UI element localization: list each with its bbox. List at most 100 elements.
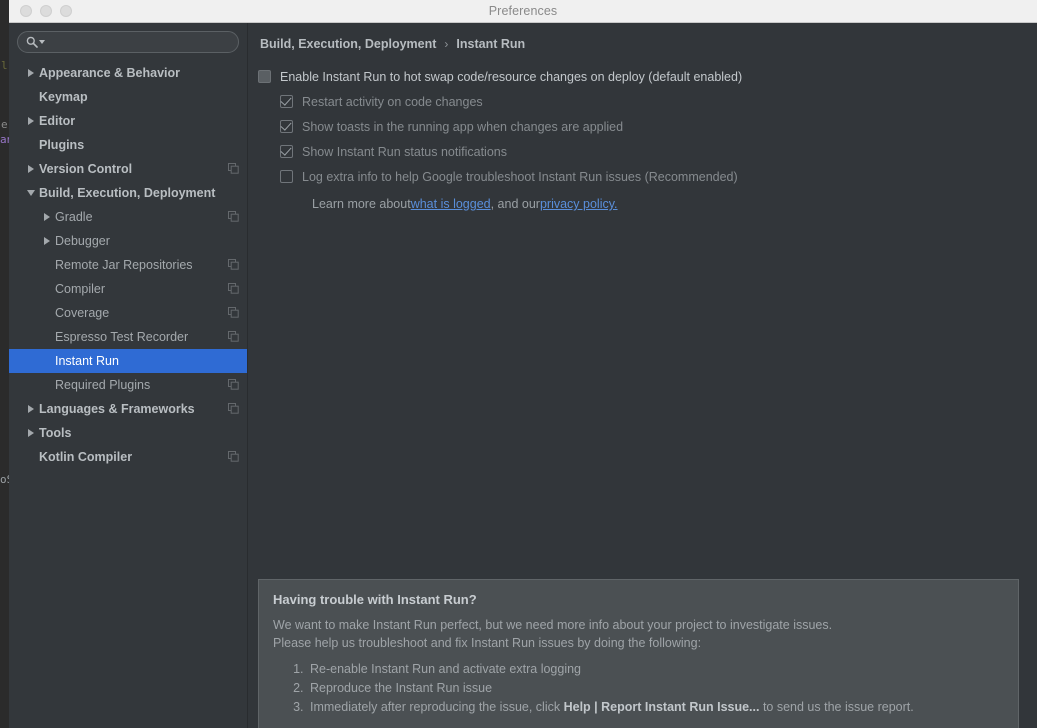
window-titlebar: Preferences: [9, 0, 1037, 23]
sidebar-item-label: Plugins: [39, 138, 85, 152]
sidebar-item-label: Languages & Frameworks: [39, 402, 195, 416]
copy-settings-icon: [228, 331, 239, 342]
sidebar-item-label: Remote Jar Repositories: [55, 258, 193, 272]
option-row[interactable]: Restart activity on code changes: [258, 89, 1037, 114]
sidebar-item-gradle[interactable]: Gradle: [9, 205, 247, 229]
chevron-right-icon[interactable]: [28, 165, 34, 173]
expand-toggle[interactable]: [23, 69, 39, 77]
trouble-step: Re-enable Instant Run and activate extra…: [307, 660, 1004, 679]
sidebar-item-label: Required Plugins: [55, 378, 151, 392]
sidebar-item-label: Keymap: [39, 90, 88, 104]
trouble-step-text: Immediately after reproducing the issue,…: [310, 700, 564, 714]
checkbox-unchecked[interactable]: [258, 70, 271, 83]
window-title: Preferences: [488, 4, 558, 18]
settings-tree: Appearance & Behavior Keymap Editor Plugins…: [9, 61, 247, 469]
sidebar-item-label: Gradle: [55, 210, 93, 224]
chevron-down-icon[interactable]: [27, 190, 35, 196]
trouble-step-text: Re-enable Instant Run and activate extra…: [310, 662, 582, 676]
expand-toggle[interactable]: [23, 429, 39, 437]
sidebar-item-label: Appearance & Behavior: [39, 66, 181, 80]
sidebar-item-editor[interactable]: Editor: [9, 109, 247, 133]
trouble-steps-list: Re-enable Instant Run and activate extra…: [273, 660, 1004, 717]
trouble-step: Reproduce the Instant Run issue: [307, 679, 1004, 698]
search-container: [9, 23, 247, 59]
bg-code-fragment: e: [1, 118, 8, 131]
sidebar-item-label: Build, Execution, Deployment: [39, 186, 216, 200]
sidebar-item-languages-frameworks[interactable]: Languages & Frameworks: [9, 397, 247, 421]
search-icon: [26, 36, 38, 48]
breadcrumb-current: Instant Run: [456, 37, 526, 51]
sidebar-item-keymap[interactable]: Keymap: [9, 85, 247, 109]
option-row[interactable]: Enable Instant Run to hot swap code/reso…: [258, 64, 1037, 89]
option-row[interactable]: Show Instant Run status notifications: [258, 139, 1037, 164]
collapse-toggle[interactable]: [23, 190, 39, 196]
option-row[interactable]: Show toasts in the running app when chan…: [258, 114, 1037, 139]
sidebar-item-label: Instant Run: [55, 354, 119, 368]
chevron-right-icon[interactable]: [28, 117, 34, 125]
chevron-down-icon[interactable]: [39, 40, 45, 44]
copy-settings-icon: [228, 163, 239, 174]
sidebar-item-label: Debugger: [55, 234, 110, 248]
copy-settings-icon: [228, 283, 239, 294]
sidebar-item-label: Version Control: [39, 162, 133, 176]
expand-toggle[interactable]: [39, 213, 55, 221]
chevron-right-icon[interactable]: [28, 429, 34, 437]
what-is-logged-link[interactable]: what is logged: [411, 197, 491, 211]
breadcrumb-separator-icon: ›: [444, 37, 449, 51]
breadcrumb: Build, Execution, Deployment › Instant R…: [248, 23, 1037, 54]
sidebar-item-label: Kotlin Compiler: [39, 450, 133, 464]
sidebar-item-instant-run[interactable]: Instant Run: [9, 349, 247, 373]
sidebar-item-coverage[interactable]: Coverage: [9, 301, 247, 325]
learn-more-prefix: Learn more about: [312, 197, 411, 211]
settings-content-pane: Build, Execution, Deployment › Instant R…: [248, 23, 1037, 728]
sidebar-item-version-control[interactable]: Version Control: [9, 157, 247, 181]
sidebar-item-plugins[interactable]: Plugins: [9, 133, 247, 157]
sidebar-item-label: Espresso Test Recorder: [55, 330, 189, 344]
sidebar-item-compiler[interactable]: Compiler: [9, 277, 247, 301]
sidebar-item-label: Coverage: [55, 306, 110, 320]
option-label: Enable Instant Run to hot swap code/reso…: [280, 69, 743, 84]
sidebar-item-build-execution-deployment[interactable]: Build, Execution, Deployment: [9, 181, 247, 205]
breadcrumb-parent[interactable]: Build, Execution, Deployment: [260, 37, 436, 51]
trouble-step-text: Reproduce the Instant Run issue: [310, 681, 493, 695]
preferences-window: Preferences Appearance & Behavior Keymap E…: [9, 0, 1037, 728]
trouble-panel: Having trouble with Instant Run? We want…: [258, 579, 1019, 728]
search-input[interactable]: [49, 35, 230, 49]
expand-toggle[interactable]: [23, 117, 39, 125]
sidebar-item-tools[interactable]: Tools: [9, 421, 247, 445]
privacy-policy-link[interactable]: privacy policy.: [540, 197, 618, 211]
search-field[interactable]: [17, 31, 239, 53]
checkbox-unchecked: [280, 170, 293, 183]
sidebar-item-debugger[interactable]: Debugger: [9, 229, 247, 253]
copy-settings-icon: [228, 451, 239, 462]
expand-toggle[interactable]: [23, 405, 39, 413]
chevron-right-icon[interactable]: [44, 237, 50, 245]
expand-toggle[interactable]: [23, 165, 39, 173]
expand-toggle[interactable]: [39, 237, 55, 245]
sidebar-item-appearance-behavior[interactable]: Appearance & Behavior: [9, 61, 247, 85]
chevron-right-icon[interactable]: [28, 405, 34, 413]
copy-settings-icon: [228, 211, 239, 222]
learn-more-middle: , and our: [490, 197, 540, 211]
trouble-panel-line-2: Please help us troubleshoot and fix Inst…: [273, 636, 702, 650]
learn-more-row: Learn more about what is logged, and our…: [258, 193, 1037, 215]
trouble-panel-title: Having trouble with Instant Run?: [273, 592, 477, 607]
sidebar-item-kotlin-compiler[interactable]: Kotlin Compiler: [9, 445, 247, 469]
sidebar-item-remote-jar-repositories[interactable]: Remote Jar Repositories: [9, 253, 247, 277]
chevron-right-icon[interactable]: [44, 213, 50, 221]
settings-sidebar: Appearance & Behavior Keymap Editor Plugins…: [9, 23, 248, 728]
checkmark-icon: [280, 119, 292, 131]
sidebar-item-espresso-test-recorder[interactable]: Espresso Test Recorder: [9, 325, 247, 349]
copy-settings-icon: [228, 379, 239, 390]
sidebar-item-label: Editor: [39, 114, 76, 128]
option-label: Restart activity on code changes: [302, 94, 483, 109]
sidebar-item-label: Compiler: [55, 282, 106, 296]
option-row[interactable]: Log extra info to help Google troublesho…: [258, 164, 1037, 189]
copy-settings-icon: [228, 259, 239, 270]
trouble-step-text-after: to send us the issue report.: [759, 700, 914, 714]
checkbox-checked: [280, 144, 293, 158]
sidebar-item-required-plugins[interactable]: Required Plugins: [9, 373, 247, 397]
chevron-right-icon[interactable]: [28, 69, 34, 77]
option-label: Log extra info to help Google troublesho…: [302, 169, 738, 184]
option-label: Show toasts in the running app when chan…: [302, 119, 624, 134]
